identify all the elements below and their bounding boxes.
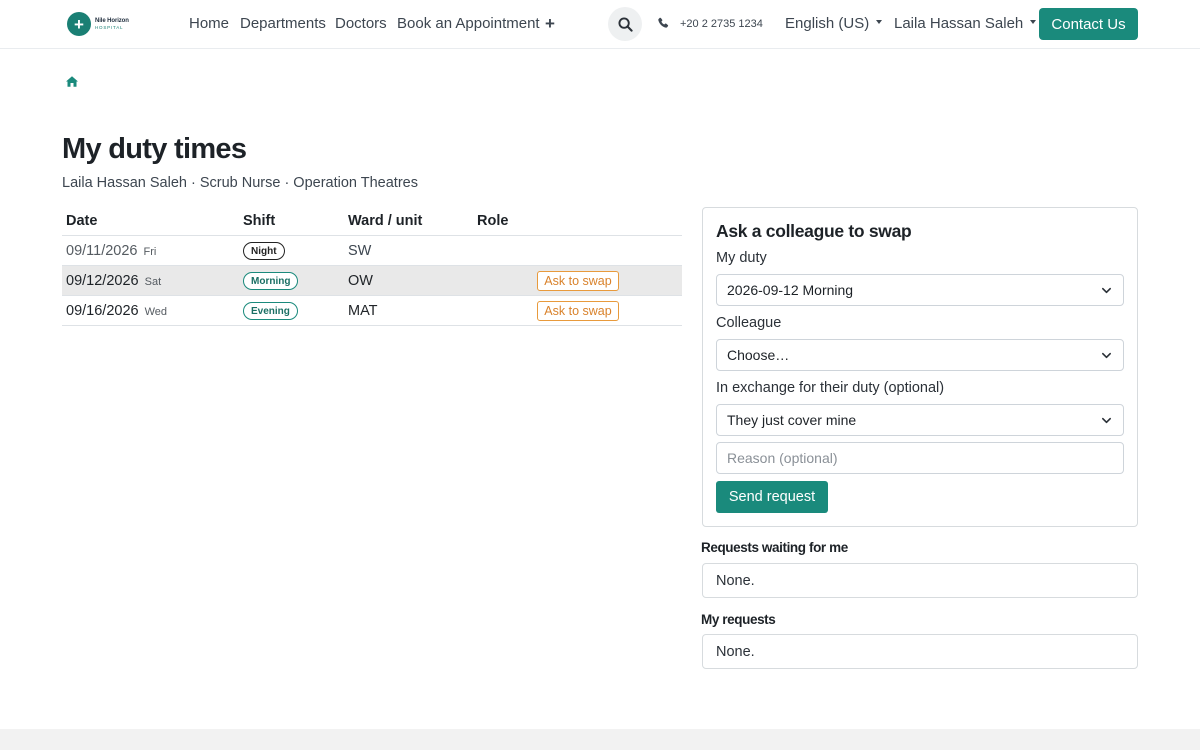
- nav-doctors[interactable]: Doctors: [335, 15, 387, 32]
- date-value: 09/16/2026: [66, 303, 139, 319]
- exchange-duty-select[interactable]: They just cover mine: [716, 404, 1124, 436]
- date-cell: 09/12/2026 Sat: [66, 273, 161, 289]
- exchange-label: In exchange for their duty (optional): [716, 380, 945, 396]
- requests-waiting-box: None.: [702, 563, 1138, 598]
- page-subtitle: Laila Hassan Saleh · Scrub Nurse · Opera…: [62, 175, 418, 191]
- day-of-week: Fri: [143, 246, 157, 258]
- top-navbar: + Nile Horizon HOSPITAL Home Departments…: [0, 0, 1200, 49]
- chevron-down-icon: [1102, 352, 1111, 359]
- shift-badge: Morning: [243, 272, 299, 290]
- ask-to-swap-button[interactable]: Ask to swap: [537, 301, 619, 321]
- ask-to-swap-button[interactable]: Ask to swap: [537, 271, 619, 291]
- col-shift: Shift: [243, 213, 276, 229]
- col-role: Role: [477, 213, 509, 229]
- colleague-label: Colleague: [716, 315, 782, 331]
- my-duty-select[interactable]: 2026-09-12 Morning: [716, 274, 1124, 306]
- logo-cross-icon: +: [67, 12, 91, 36]
- day-of-week: Sat: [144, 276, 162, 288]
- language-label: English (US): [785, 15, 870, 32]
- search-button[interactable]: [608, 7, 642, 41]
- date-cell: 09/16/2026 Wed: [66, 303, 167, 319]
- nav-departments[interactable]: Departments: [240, 15, 326, 32]
- table-row: 09/12/2026 Sat Morning OW Ask to swap: [62, 266, 682, 296]
- ward-cell: MAT: [348, 303, 378, 319]
- panel-title: Ask a colleague to swap: [716, 221, 912, 241]
- nav-home[interactable]: Home: [189, 15, 229, 32]
- user-menu[interactable]: Laila Hassan Saleh: [894, 15, 1037, 32]
- user-name: Laila Hassan Saleh: [894, 15, 1024, 32]
- page-title: My duty times: [62, 133, 247, 165]
- more-nav-plus-icon[interactable]: +: [545, 14, 555, 34]
- date-value: 09/12/2026: [66, 273, 139, 289]
- col-date: Date: [66, 213, 98, 229]
- shift-badge: Evening: [243, 302, 298, 320]
- language-dropdown[interactable]: English (US): [785, 15, 883, 32]
- my-requests-heading: My requests: [701, 612, 776, 627]
- table-row: 09/11/2026 Fri Night SW: [62, 236, 682, 266]
- phone-icon: [658, 17, 669, 28]
- exchange-value: They just cover mine: [727, 412, 857, 428]
- day-of-week: Wed: [144, 306, 168, 318]
- table-header: Date Shift Ward / unit Role: [62, 206, 682, 236]
- colleague-value: Choose…: [727, 347, 790, 363]
- reason-placeholder: Reason (optional): [727, 450, 838, 466]
- ward-cell: SW: [348, 243, 372, 259]
- my-duty-value: 2026-09-12 Morning: [727, 282, 854, 298]
- table-row: 09/16/2026 Wed Evening MAT Ask to swap: [62, 296, 682, 326]
- ward-cell: OW: [348, 273, 373, 289]
- search-icon: [617, 16, 633, 32]
- shift-badge: Night: [243, 242, 285, 260]
- date-value: 09/11/2026: [66, 243, 138, 259]
- logo-text: Nile Horizon HOSPITAL: [95, 18, 129, 31]
- reason-input[interactable]: Reason (optional): [716, 442, 1124, 474]
- my-requests-box: None.: [702, 634, 1138, 669]
- colleague-select[interactable]: Choose…: [716, 339, 1124, 371]
- chevron-down-icon: [876, 20, 883, 25]
- hospital-logo[interactable]: + Nile Horizon HOSPITAL: [67, 12, 139, 36]
- contact-us-button[interactable]: Contact Us: [1039, 8, 1138, 40]
- footer: [0, 729, 1200, 750]
- logo-name: Nile Horizon: [95, 17, 129, 24]
- duty-table: Date Shift Ward / unit Role 09/11/2026 F…: [62, 206, 682, 326]
- my-duty-label: My duty: [716, 250, 767, 266]
- logo-sub: HOSPITAL: [95, 24, 124, 30]
- swap-request-panel: Ask a colleague to swap My duty 2026-09-…: [702, 207, 1138, 527]
- date-cell: 09/11/2026 Fri: [66, 243, 156, 259]
- phone-number[interactable]: +20 2 2735 1234: [680, 18, 763, 30]
- chevron-down-icon: [1030, 20, 1037, 25]
- chevron-down-icon: [1102, 287, 1111, 294]
- home-icon[interactable]: [66, 76, 78, 87]
- send-request-button[interactable]: Send request: [716, 481, 828, 513]
- requests-waiting-heading: Requests waiting for me: [701, 540, 848, 555]
- chevron-down-icon: [1102, 417, 1111, 424]
- nav-book-appointment[interactable]: Book an Appointment: [397, 15, 540, 32]
- col-ward: Ward / unit: [348, 213, 423, 229]
